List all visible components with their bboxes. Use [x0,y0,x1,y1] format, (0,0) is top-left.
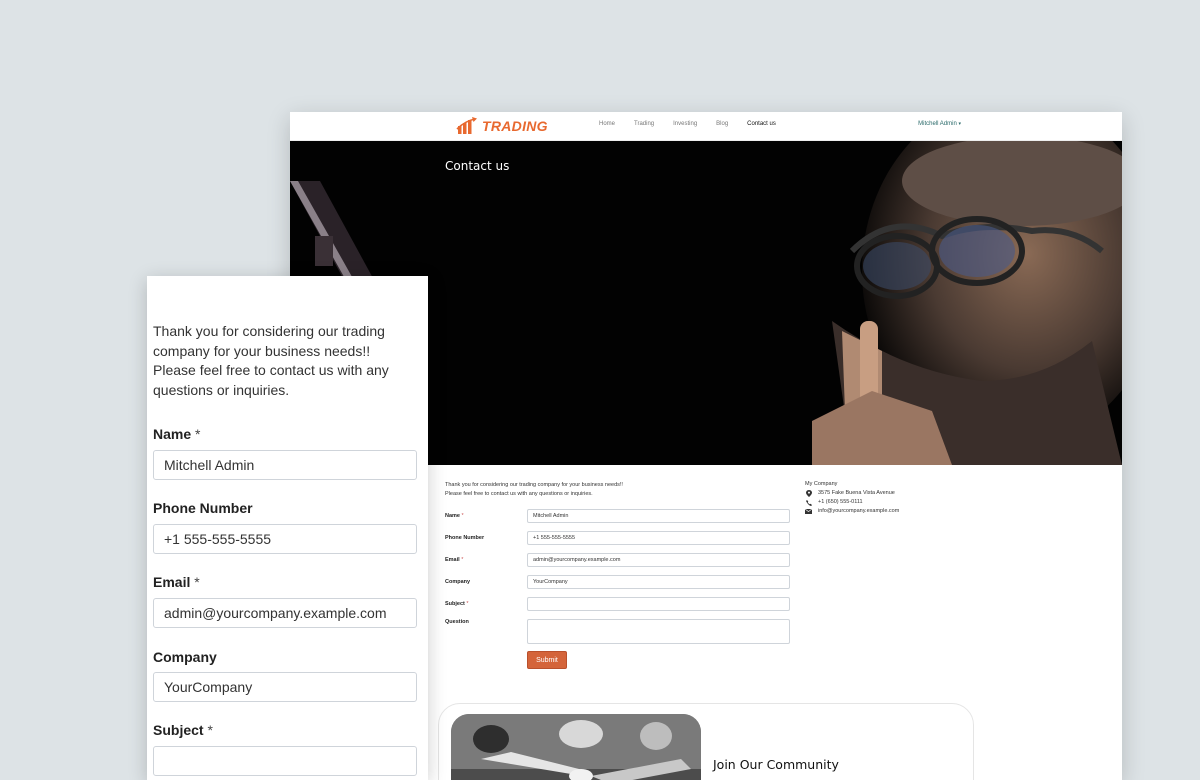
user-name: Mitchell Admin [918,121,957,127]
form-intro-line1: Thank you for considering our trading co… [445,482,623,488]
company-label: Company [445,579,471,585]
email-input[interactable]: admin@yourcompany.example.com [527,553,790,567]
company-email-text: info@yourcompany.example.com [818,508,900,514]
company-phone-text: +1 (650) 555-0111 [818,499,863,505]
email-label-text: Email [445,557,460,563]
community-card: Join Our Community [438,703,974,780]
company-phone: +1 (650) 555-0111 [805,499,899,506]
brand-logo[interactable]: TRADING [456,117,548,135]
question-row: Question [445,619,790,644]
zoom-name-input[interactable]: Mitchell Admin [153,450,417,480]
phone-input[interactable]: +1 555-555-5555 [527,531,790,545]
form-intro-line2: Please feel free to contact us with any … [445,491,593,497]
map-marker-icon [805,490,812,497]
zoom-company-label: Company [153,649,217,665]
zoom-subject-label: Subject * [153,722,213,738]
hero-background-shape [290,181,380,291]
company-email: info@yourcompany.example.com [805,508,899,515]
required-mark: * [194,574,200,590]
zoom-email-label: Email * [153,574,200,590]
phone-label: Phone Number [445,535,485,541]
required-mark: * [466,601,469,607]
hero-title: Contact us [445,159,510,173]
required-mark: * [461,513,464,519]
zoom-subject-input[interactable] [153,746,417,776]
caret-down-icon: ▾ [958,121,961,127]
zoom-company-input[interactable]: YourCompany [153,672,417,702]
zoomed-form-panel: Thank you for considering our trading co… [147,276,428,780]
company-row: Company YourCompany [445,575,790,589]
nav-blog[interactable]: Blog [716,121,728,127]
chart-bars-icon [456,117,478,135]
zoom-phone-input[interactable]: +1 555-555-5555 [153,524,417,554]
zoom-email-label-text: Email [153,574,191,590]
question-label: Question [445,619,469,625]
subject-label-text: Subject [445,601,465,607]
zoom-name-label-text: Name [153,426,192,442]
email-row: Email * admin@yourcompany.example.com [445,553,790,567]
subject-input[interactable] [527,597,790,611]
community-title: Join Our Community [713,757,839,772]
nav-trading[interactable]: Trading [634,121,654,127]
company-info: My Company 3575 Fake Buena Vista Avenue … [805,481,899,517]
hero-man-photo [812,141,1122,465]
phone-icon [805,499,812,506]
subject-label: Subject * [445,601,527,607]
submit-button[interactable]: Submit [527,651,567,669]
phone-row: Phone Number +1 555-555-5555 [445,531,790,545]
brand-name: TRADING [482,118,548,134]
nav-investing[interactable]: Investing [673,121,697,127]
zoom-phone-label: Phone Number [153,500,253,516]
contact-form: Thank you for considering our trading co… [445,481,805,669]
required-mark: * [207,722,213,738]
company-address: 3575 Fake Buena Vista Avenue [805,490,899,497]
community-photo [451,714,701,780]
name-input[interactable]: Mitchell Admin [527,509,790,523]
email-label: Email * [445,557,527,563]
name-row: Name * Mitchell Admin [445,509,790,523]
top-navbar: TRADING Home Trading Investing Blog Cont… [290,112,1122,141]
question-textarea[interactable] [527,619,790,644]
zoom-name-label: Name * [153,426,200,442]
nav-home[interactable]: Home [599,121,615,127]
zoom-intro: Thank you for considering our trading co… [153,323,389,398]
zoom-subject-label-text: Subject [153,722,204,738]
form-intro: Thank you for considering our trading co… [445,481,805,499]
required-mark: * [195,426,201,442]
zoom-email-input[interactable]: admin@yourcompany.example.com [153,598,417,628]
company-address-text: 3575 Fake Buena Vista Avenue [818,490,895,496]
envelope-icon [805,508,812,515]
company-title: My Company [805,481,838,487]
required-mark: * [461,557,464,563]
subject-row: Subject * [445,597,790,611]
company-input[interactable]: YourCompany [527,575,790,589]
main-menu: Home Trading Investing Blog Contact us [599,121,776,127]
name-label: Name * [445,513,527,519]
name-label-text: Name [445,513,460,519]
nav-contact-us[interactable]: Contact us [747,121,776,127]
user-menu[interactable]: Mitchell Admin ▾ [918,121,961,127]
